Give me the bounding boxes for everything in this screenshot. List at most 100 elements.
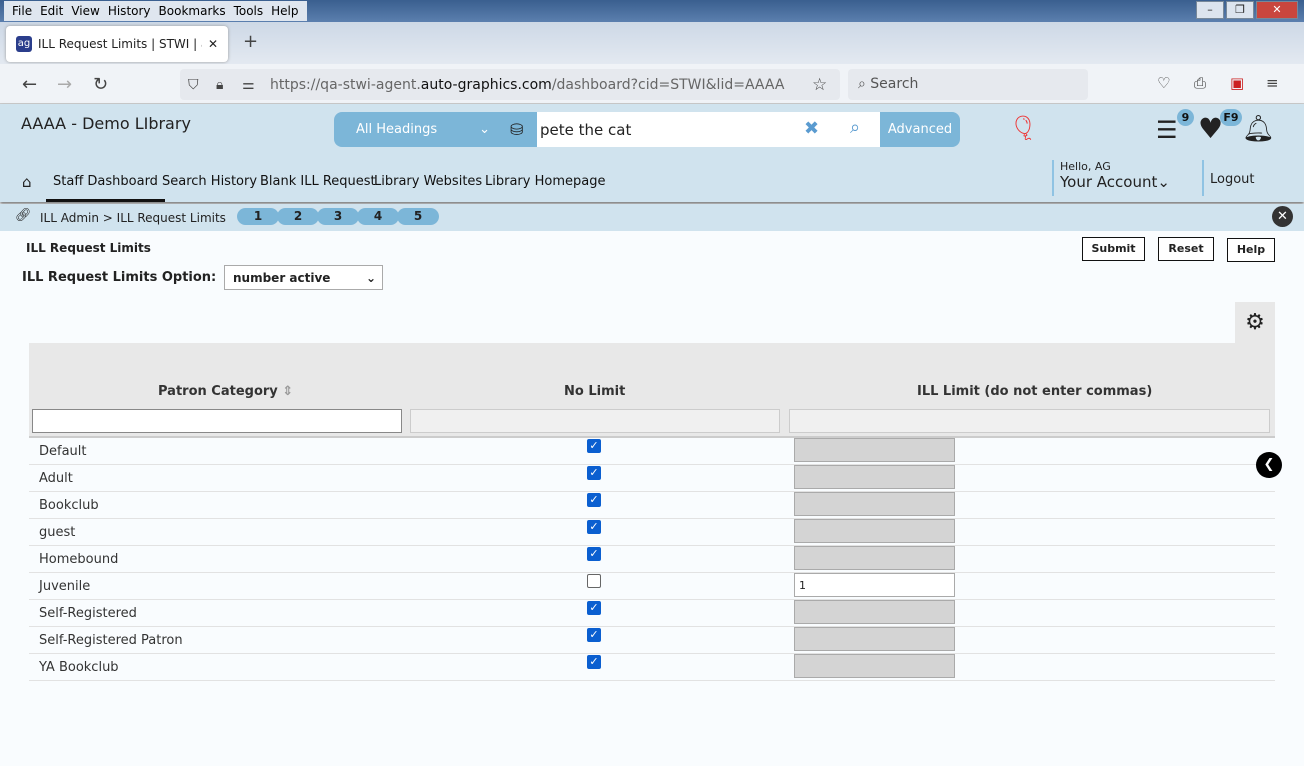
chevron-left-icon[interactable]: ❮: [1256, 452, 1282, 478]
no-limit-checkbox[interactable]: [587, 574, 601, 588]
ill-limit-input[interactable]: [794, 627, 955, 651]
forward-icon[interactable]: →: [57, 74, 72, 95]
step-1[interactable]: 1: [237, 208, 279, 225]
search-scope-select[interactable]: All Headings ⌄: [356, 122, 490, 137]
account-menu[interactable]: Hello, AG Your Account⌄: [1052, 160, 1170, 196]
option-value: number active: [233, 271, 331, 285]
url-domain: auto-graphics.com: [420, 76, 552, 93]
menu-edit[interactable]: Edit: [36, 1, 67, 21]
bookmark-star-icon[interactable]: ☆: [812, 75, 827, 95]
no-limit-checkbox[interactable]: ✓: [587, 601, 601, 615]
clear-search-icon[interactable]: ✖: [804, 118, 819, 139]
patron-category: Default: [39, 444, 87, 459]
help-button[interactable]: Help: [1227, 238, 1275, 262]
hello-text: Hello, AG: [1060, 160, 1111, 173]
nav-search-history[interactable]: Search History: [162, 174, 257, 189]
limits-option-select[interactable]: number active ⌄: [224, 265, 383, 290]
header-no-limit: No Limit: [564, 384, 626, 399]
step-5[interactable]: 5: [397, 208, 439, 225]
ill-limit-input[interactable]: [794, 600, 955, 624]
logout-link[interactable]: Logout: [1202, 160, 1255, 196]
nav-library-websites[interactable]: Library Websites: [374, 174, 482, 189]
patron-category: guest: [39, 525, 76, 540]
table-row: Default ✓: [29, 438, 1275, 465]
menu-file[interactable]: File: [8, 1, 36, 21]
site-favicon-icon: ag: [16, 36, 32, 52]
hot-air-balloon-icon[interactable]: 🎈︎: [1008, 114, 1038, 142]
list-badge: 9: [1177, 109, 1194, 126]
extension-icon[interactable]: ▣: [1230, 74, 1244, 92]
menu-view[interactable]: View: [67, 1, 103, 21]
ill-limit-input[interactable]: [794, 438, 955, 462]
no-limit-checkbox[interactable]: ✓: [587, 439, 601, 453]
maximize-button[interactable]: ❐: [1226, 1, 1254, 19]
patron-category-filter[interactable]: [32, 409, 402, 433]
gear-icon[interactable]: ⚙: [1235, 302, 1275, 343]
url-prefix: https://qa-stwi-agent.: [270, 76, 421, 93]
menu-tools[interactable]: Tools: [230, 1, 268, 21]
no-limit-checkbox[interactable]: ✓: [587, 466, 601, 480]
patron-category: Bookclub: [39, 498, 99, 513]
ill-limit-input[interactable]: 1: [794, 573, 955, 597]
close-tab-icon[interactable]: ✕: [208, 37, 218, 51]
close-window-button[interactable]: ✕: [1256, 1, 1298, 19]
shield-icon: ⛉: [188, 76, 199, 93]
nav-library-homepage[interactable]: Library Homepage: [485, 174, 605, 189]
bell-icon[interactable]: 🔔︎: [1242, 114, 1275, 144]
advanced-search-button[interactable]: Advanced: [880, 112, 960, 147]
header-patron-category[interactable]: Patron Category ⇕: [158, 384, 293, 399]
list-icon[interactable]: ☰: [1156, 116, 1178, 144]
search-placeholder: Search: [870, 76, 919, 92]
database-icon[interactable]: ⛁: [510, 120, 523, 139]
menu-help[interactable]: Help: [267, 1, 302, 21]
search-scope-value: All Headings: [356, 122, 438, 137]
ill-limit-input[interactable]: [794, 654, 955, 678]
table-row: guest ✓: [29, 519, 1275, 546]
no-limit-checkbox[interactable]: ✓: [587, 628, 601, 642]
option-label: ILL Request Limits Option:: [22, 270, 217, 285]
patron-category: YA Bookclub: [39, 660, 119, 675]
submit-button[interactable]: Submit: [1082, 237, 1145, 261]
sort-icon: ⇕: [282, 384, 294, 399]
nav-staff-dashboard[interactable]: Staff Dashboard: [46, 166, 165, 202]
browser-search-input[interactable]: ⌕ Search: [848, 69, 1088, 100]
hamburger-menu-icon[interactable]: ≡: [1266, 74, 1279, 92]
ill-limit-input[interactable]: [794, 519, 955, 543]
ill-limit-input[interactable]: [794, 465, 955, 489]
search-icon[interactable]: ⌕: [850, 117, 860, 138]
new-tab-button[interactable]: +: [243, 31, 258, 52]
step-2[interactable]: 2: [277, 208, 319, 225]
pocket-icon[interactable]: ♡: [1157, 74, 1170, 92]
ill-limit-input[interactable]: [794, 492, 955, 516]
step-4[interactable]: 4: [357, 208, 399, 225]
browser-tab[interactable]: ag ILL Request Limits | STWI | aaaa ✕: [6, 26, 228, 62]
menu-bookmarks[interactable]: Bookmarks: [155, 1, 230, 21]
reload-icon[interactable]: ↻: [93, 74, 108, 95]
nav-blank-ill-request[interactable]: Blank ILL Request: [260, 174, 376, 189]
table-row: Bookclub ✓: [29, 492, 1275, 519]
table-row: Self-Registered Patron ✓: [29, 627, 1275, 654]
search-value: pete the cat: [540, 121, 632, 139]
no-limit-checkbox[interactable]: ✓: [587, 547, 601, 561]
header-label: Patron Category: [158, 384, 278, 399]
step-3[interactable]: 3: [317, 208, 359, 225]
tab-title: ILL Request Limits | STWI | aaaa: [38, 37, 202, 51]
url-bar[interactable]: ⛉ 🔒︎ ⚌ https://qa-stwi-agent. auto-graphi…: [180, 69, 840, 100]
patron-category: Self-Registered: [39, 606, 137, 621]
menu-history[interactable]: History: [104, 1, 155, 21]
patron-category: Adult: [39, 471, 73, 486]
no-limit-checkbox[interactable]: ✓: [587, 655, 601, 669]
no-limit-checkbox[interactable]: ✓: [587, 493, 601, 507]
no-limit-checkbox[interactable]: ✓: [587, 520, 601, 534]
minimize-button[interactable]: –: [1196, 1, 1224, 19]
header-ill-limit: ILL Limit (do not enter commas): [917, 384, 1153, 399]
close-panel-icon[interactable]: ✕: [1272, 206, 1293, 227]
table-row: Juvenile 1: [29, 573, 1275, 600]
search-input[interactable]: pete the cat: [537, 112, 880, 147]
back-icon[interactable]: ←: [22, 74, 37, 95]
ill-limit-input[interactable]: [794, 546, 955, 570]
home-icon[interactable]: ⌂: [22, 173, 32, 191]
print-icon[interactable]: ⎙: [1194, 74, 1206, 92]
ill-limit-filter: [789, 409, 1270, 433]
reset-button[interactable]: Reset: [1158, 237, 1214, 261]
